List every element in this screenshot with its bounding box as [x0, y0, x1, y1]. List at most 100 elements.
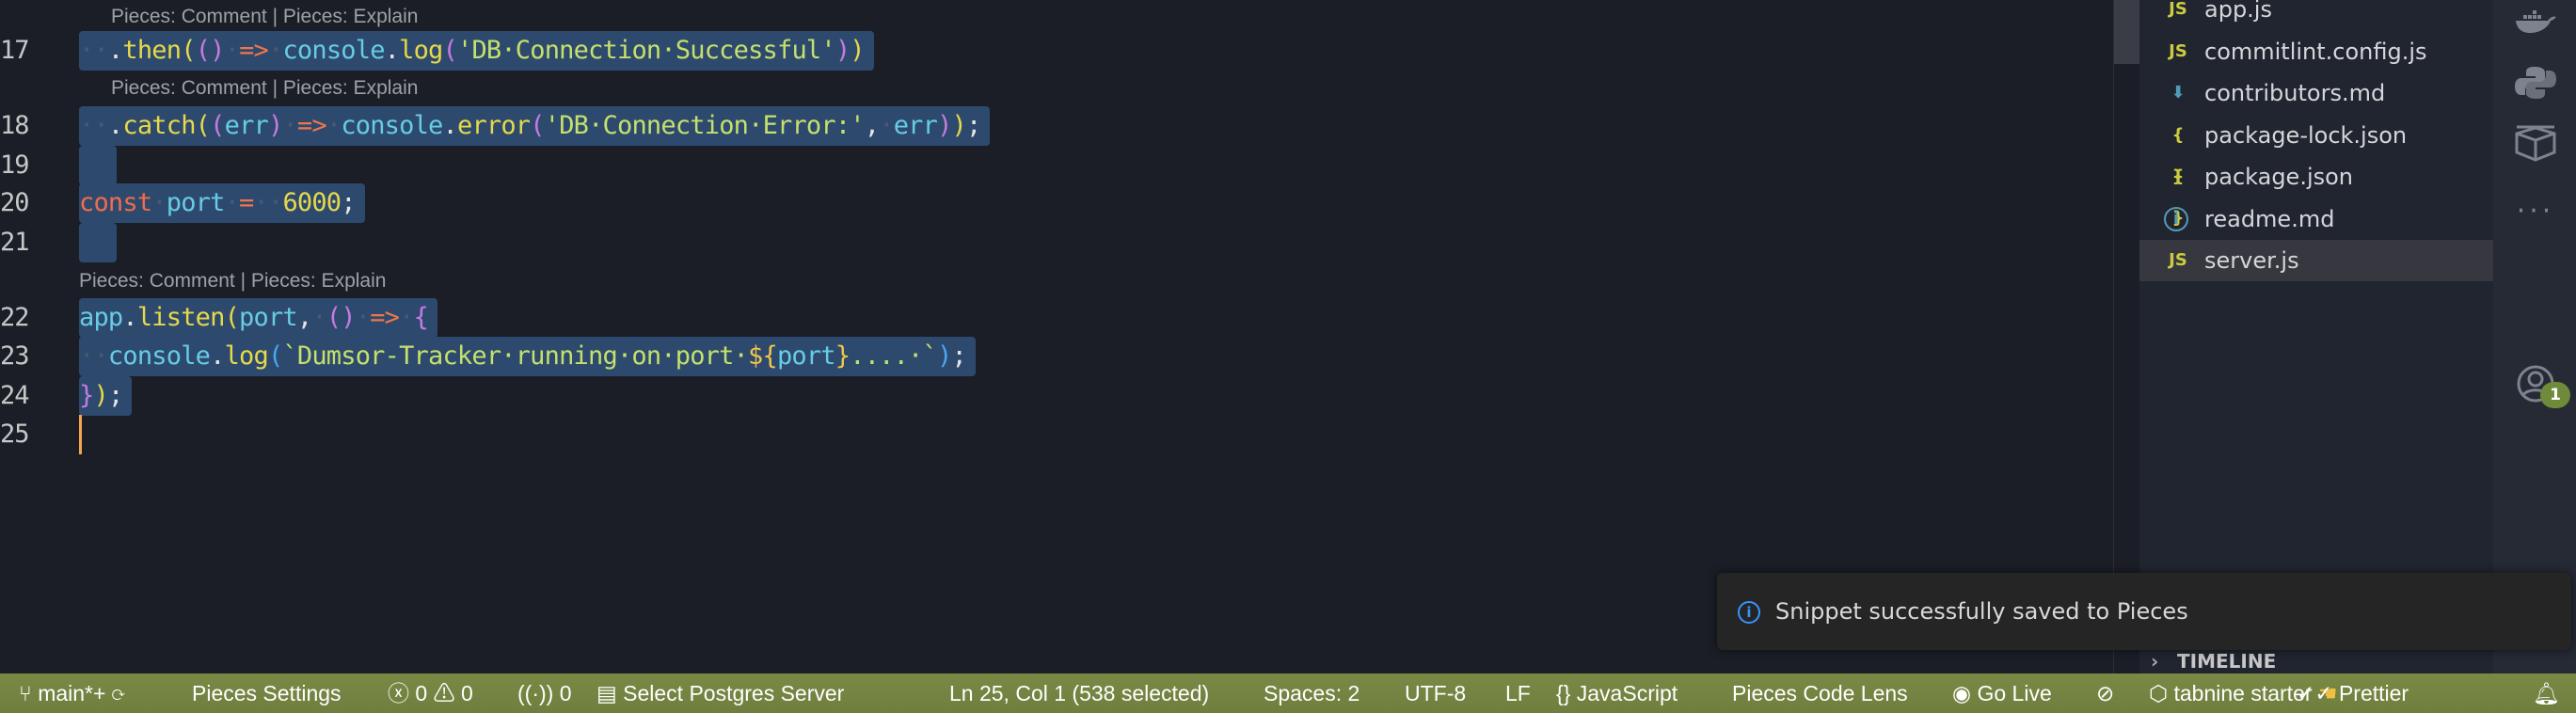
code-token: ·· [253, 188, 284, 217]
file-item[interactable]: i readme.md [2139, 198, 2493, 240]
package-box-icon[interactable] [2514, 124, 2557, 162]
code-token: ) [93, 381, 108, 410]
problems-status[interactable]: ⓧ 0 ⚠ 0 [388, 673, 473, 713]
copilot-disabled-icon[interactable]: ⊘ [2096, 673, 2114, 713]
code-token: console [341, 111, 443, 140]
code-token: console [107, 341, 211, 371]
go-live-label: Go Live [1977, 681, 2052, 705]
info-file-icon: i [2164, 206, 2188, 231]
code-token: 'DB·Connection·Successful' [456, 36, 836, 65]
pieces-code-lens-button[interactable]: Pieces Code Lens [1732, 673, 1908, 713]
code-token: ) [850, 36, 865, 65]
line-content: ··console.log(`Dumsor-Tracker·running·on… [79, 337, 976, 376]
ports-status[interactable]: ((·)) 0 [517, 673, 571, 713]
js-file-icon: JS [2169, 40, 2187, 61]
file-item[interactable]: JS app.js [2139, 0, 2493, 30]
file-item[interactable]: JS commitlint.config.js [2139, 31, 2493, 72]
code-line[interactable]: 24}); [0, 376, 2113, 416]
pieces-explain-link[interactable]: Pieces: Explain [283, 77, 419, 99]
sync-icon[interactable]: ⟳ [112, 681, 125, 705]
more-icon[interactable]: ··· [2514, 198, 2557, 235]
warning-icon: ⚠ [433, 681, 455, 705]
notifications-bell-icon[interactable]: 🔔︎ [2533, 673, 2560, 713]
code-token: . [210, 341, 225, 371]
code-line[interactable]: 22 app.listen(port,·()·=>·{ [0, 298, 2113, 338]
code-token: ( [181, 36, 196, 65]
code-token: app [79, 303, 123, 332]
code-token: ·· [79, 341, 109, 371]
codelens-separator: | [266, 77, 283, 99]
pieces-settings-button[interactable]: Pieces Settings [192, 673, 342, 713]
pieces-comment-link[interactable]: Pieces: Comment [79, 270, 235, 292]
error-icon: ⓧ [388, 681, 409, 705]
indentation-status[interactable]: Spaces: 2 [1264, 673, 1360, 713]
warning-count: 0 [460, 681, 473, 705]
code-token: ; [951, 341, 966, 371]
code-token: } [79, 381, 94, 410]
info-icon: i [1738, 601, 1760, 624]
code-line[interactable]: 19 [0, 146, 2113, 185]
code-line[interactable]: 21 [0, 223, 2113, 262]
code-token: log [224, 341, 269, 371]
code-token: ·· [79, 36, 109, 65]
cursor-position[interactable]: Ln 25, Col 1 (538 selected) [949, 673, 1209, 713]
timeline-section-header[interactable]: › TIMELINE [2139, 649, 2493, 673]
prettier-status[interactable]: ✓✓ Prettier [2297, 673, 2409, 713]
code-token: () [195, 36, 226, 65]
file-name: contributors.md [2204, 80, 2386, 106]
code-token: · [879, 111, 894, 140]
line-content: ··.then(()·=>·console.log('DB·Connection… [79, 31, 874, 71]
line-content [79, 415, 88, 454]
toast-message: Snippet successfully saved to Pieces [1775, 598, 2188, 625]
branch-status[interactable]: ⑂ main*+ ⟳ [19, 673, 125, 713]
ports-count: 0 [559, 681, 572, 705]
double-check-icon: ✓✓ [2297, 681, 2333, 705]
file-item[interactable]: { } package-lock.json [2139, 115, 2493, 186]
codelens-actions: Pieces: Comment | Pieces: Explain [111, 71, 418, 105]
code-token: ; [966, 111, 981, 140]
file-item[interactable]: JS server.js [2139, 240, 2493, 281]
code-line[interactable]: 25 [0, 415, 2113, 454]
code-token: port [776, 341, 836, 371]
database-icon: ▤ [596, 681, 617, 705]
code-line[interactable]: 17 ··.then(()·=>·console.log('DB·Connecti… [0, 31, 2113, 71]
code-token: then [122, 36, 182, 65]
docker-icon[interactable] [2514, 9, 2557, 47]
code-token: port [166, 188, 226, 217]
code-token: => [296, 111, 327, 140]
code-token: () [326, 303, 357, 332]
line-number: 17 [0, 36, 30, 65]
eol-status[interactable]: LF [1505, 673, 1531, 713]
code-line[interactable]: 18 ··.catch((err)·=>·console.error('DB·Co… [0, 106, 2113, 146]
scrollbar-thumb[interactable] [2114, 0, 2140, 64]
encoding-status[interactable]: UTF-8 [1405, 673, 1466, 713]
chevron-right-icon: › [2151, 650, 2159, 673]
language-mode[interactable]: {} JavaScript [1556, 673, 1678, 713]
code-token: · [224, 36, 240, 65]
pieces-comment-link[interactable]: Pieces: Comment [111, 6, 267, 27]
language-label: JavaScript [1576, 681, 1678, 705]
code-token: => [370, 303, 400, 332]
code-line[interactable]: 23 ··console.log(`Dumsor-Tracker·running·… [0, 337, 2113, 376]
pieces-explain-link[interactable]: Pieces: Explain [251, 270, 387, 292]
python-icon[interactable] [2514, 66, 2557, 103]
braces-icon: {} [1556, 681, 1571, 705]
file-item[interactable]: { } package.json [2139, 156, 2493, 228]
code-token: · [311, 303, 326, 332]
codelens-separator: | [234, 270, 251, 292]
line-number: 24 [0, 381, 30, 410]
js-file-icon: JS [2169, 250, 2187, 270]
code-token: ; [107, 381, 123, 410]
code-token: port [239, 303, 298, 332]
line-number: 25 [0, 420, 30, 449]
broadcast-icon: ((·)) [517, 681, 554, 705]
pieces-comment-link[interactable]: Pieces: Comment [111, 77, 267, 99]
code-token: · [326, 111, 342, 140]
go-live-button[interactable]: ◉ Go Live [1952, 673, 2052, 713]
pieces-explain-link[interactable]: Pieces: Explain [283, 6, 419, 27]
code-token: catch [122, 111, 196, 140]
code-line[interactable]: 20 const·port·=··6000; [0, 183, 2113, 223]
status-bar: ⑂ main*+ ⟳ Pieces Settings ⓧ 0 ⚠ 0 ((·))… [0, 673, 2576, 713]
postgres-server-selector[interactable]: ▤ Select Postgres Server [596, 673, 844, 713]
file-item[interactable]: ⬇ contributors.md [2139, 72, 2493, 114]
